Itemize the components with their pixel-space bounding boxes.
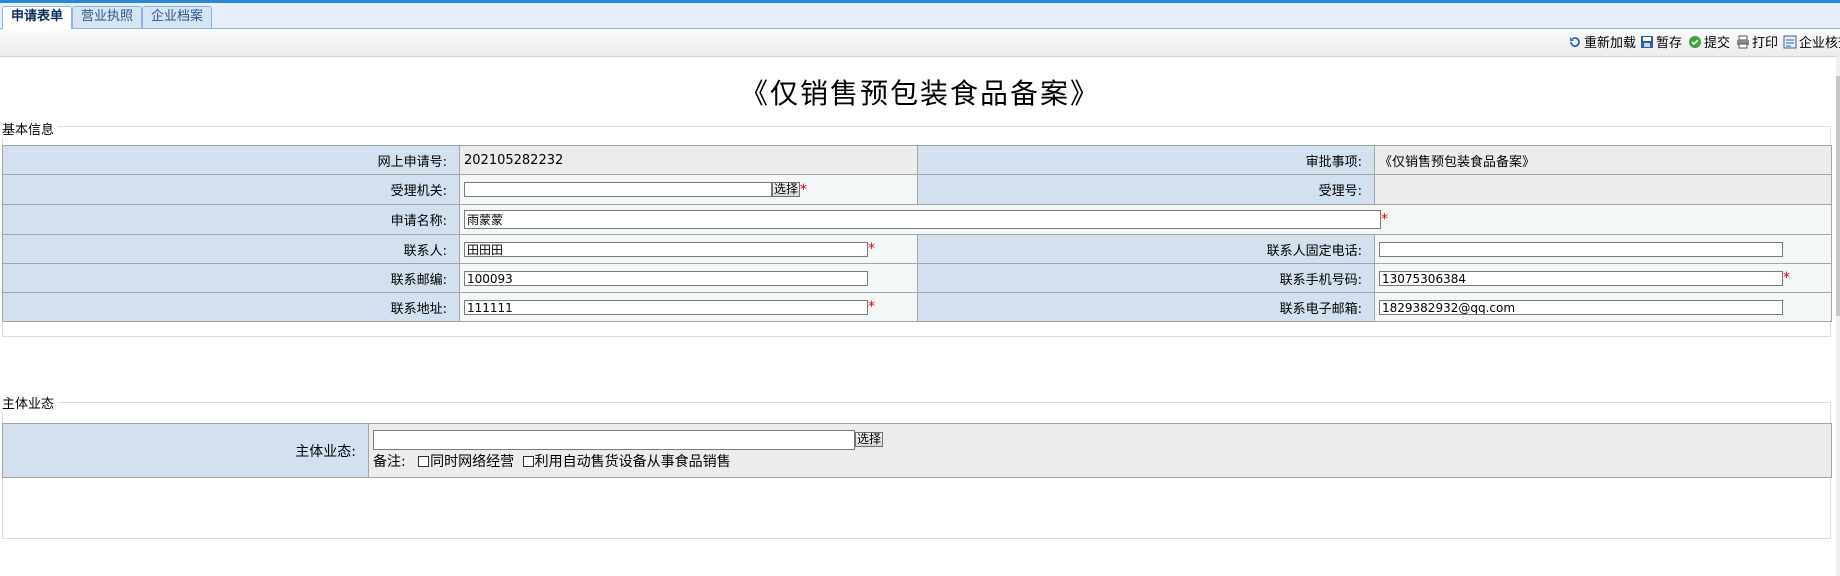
phone-fixed-label: 联系人固定电话:: [917, 234, 1375, 264]
contact-label: 联系人:: [2, 234, 460, 264]
address-label: 联系地址:: [2, 292, 460, 322]
address-cell: 111111 *: [459, 292, 918, 322]
apply-name-label: 申请名称:: [2, 204, 460, 235]
save-draft-button[interactable]: 暂存: [1640, 35, 1682, 51]
submit-label: 提交: [1704, 36, 1731, 51]
toolbar: 重新加载 暂存 提交 打印 企业核查: [0, 29, 1840, 57]
vending-machine-option: 利用自动售货设备从事食品销售: [534, 453, 731, 470]
business-legend: 主体业态: [2, 393, 59, 412]
tab-bar: 申请表单 营业执照 企业档案: [0, 3, 1840, 29]
email-label: 联系电子邮箱:: [917, 292, 1375, 322]
online-business-checkbox[interactable]: [418, 455, 430, 467]
table-row: 主体业态: 选择 备注: 同时网络经营 利用自动售货设备从事食品销售: [2, 423, 1832, 478]
reload-label: 重新加载: [1584, 36, 1637, 51]
accept-org-select-button[interactable]: 选择: [772, 182, 801, 197]
accept-no-label: 受理号:: [917, 174, 1375, 205]
table-row: 联系人: 田田田 * 联系人固定电话:: [2, 234, 1832, 264]
vending-machine-checkbox[interactable]: [522, 455, 534, 467]
accept-org-cell: 选择 *: [459, 174, 918, 205]
note-label: 备注:: [373, 453, 406, 470]
table-row: 网上申请号: 202105282232 审批事项: 《仅销售预包装食品备案》: [2, 145, 1832, 175]
basic-info-legend: 基本信息: [2, 119, 59, 138]
table-row: 联系邮编: 100093 联系手机号码: 13075306384 *: [2, 263, 1832, 293]
required-mark: *: [1783, 270, 1790, 286]
mobile-input[interactable]: 13075306384: [1379, 270, 1783, 286]
business-table: 主体业态: 选择 备注: 同时网络经营 利用自动售货设备从事食品销售: [2, 423, 1832, 478]
table-row: 受理机关: 选择 * 受理号:: [2, 174, 1832, 205]
required-mark: *: [868, 241, 875, 257]
apply-name-input[interactable]: 雨蒙蒙: [464, 210, 1381, 229]
online-business-option: 同时网络经营: [430, 453, 515, 470]
approval-item-value: 《仅销售预包装食品备案》: [1374, 145, 1832, 175]
business-note-row: 备注: 同时网络经营 利用自动售货设备从事食品销售: [373, 452, 1827, 472]
postcode-label: 联系邮编:: [2, 263, 460, 293]
required-mark: *: [868, 299, 875, 315]
tab-application-form[interactable]: 申请表单: [2, 6, 73, 29]
page-title: 《仅销售预包装食品备案》: [739, 77, 1100, 110]
tab-business-license[interactable]: 营业执照: [72, 6, 143, 28]
print-button[interactable]: 打印: [1736, 35, 1778, 51]
contact-input[interactable]: 田田田: [464, 241, 868, 257]
scrollbar-thumb[interactable]: [1836, 76, 1840, 316]
document-icon: [1783, 35, 1797, 49]
enterprise-verify-button[interactable]: 企业核查: [1783, 35, 1840, 51]
enterprise-verify-label: 企业核查: [1799, 36, 1840, 51]
printer-icon: [1736, 35, 1750, 49]
phone-fixed-cell: [1374, 234, 1832, 264]
address-input[interactable]: 111111: [464, 299, 868, 315]
email-input[interactable]: 1829382932@qq.com: [1379, 299, 1783, 315]
reload-icon: [1568, 35, 1582, 49]
reload-button[interactable]: 重新加载: [1568, 35, 1636, 51]
postcode-input[interactable]: 100093: [464, 270, 868, 286]
save-draft-label: 暂存: [1656, 36, 1683, 51]
required-mark: *: [1381, 211, 1388, 228]
print-label: 打印: [1752, 36, 1779, 51]
online-no-label: 网上申请号:: [2, 145, 460, 175]
contact-cell: 田田田 *: [459, 234, 918, 264]
accept-org-input[interactable]: [464, 182, 772, 197]
business-input-row: 选择: [373, 429, 1827, 452]
check-circle-icon: [1688, 35, 1702, 49]
table-row: 联系地址: 111111 * 联系电子邮箱: 1829382932@qq.com: [2, 292, 1832, 322]
mobile-label: 联系手机号码:: [917, 263, 1375, 293]
approval-item-label: 审批事项:: [917, 145, 1375, 175]
mobile-cell: 13075306384 *: [1374, 263, 1832, 293]
accept-org-label: 受理机关:: [2, 174, 460, 205]
floppy-disk-icon: [1640, 35, 1654, 49]
business-select-button[interactable]: 选择: [855, 432, 884, 447]
table-row: 申请名称: 雨蒙蒙 *: [2, 204, 1832, 235]
email-cell: 1829382932@qq.com: [1374, 292, 1832, 322]
online-no-value: 202105282232: [459, 145, 918, 175]
postcode-cell: 100093: [459, 263, 918, 293]
tab-enterprise-archive[interactable]: 企业档案: [142, 6, 213, 28]
business-cell: 选择 备注: 同时网络经营 利用自动售货设备从事食品销售: [368, 423, 1832, 478]
apply-name-cell: 雨蒙蒙 *: [459, 204, 1832, 235]
submit-button[interactable]: 提交: [1688, 35, 1730, 51]
required-mark: *: [800, 181, 808, 198]
phone-fixed-input[interactable]: [1379, 241, 1783, 257]
business-input[interactable]: [373, 429, 855, 450]
business-label: 主体业态:: [2, 423, 369, 478]
basic-info-table: 网上申请号: 202105282232 审批事项: 《仅销售预包装食品备案》 受…: [2, 145, 1832, 322]
vertical-scrollbar[interactable]: [1836, 56, 1840, 576]
accept-no-value: [1374, 174, 1832, 205]
